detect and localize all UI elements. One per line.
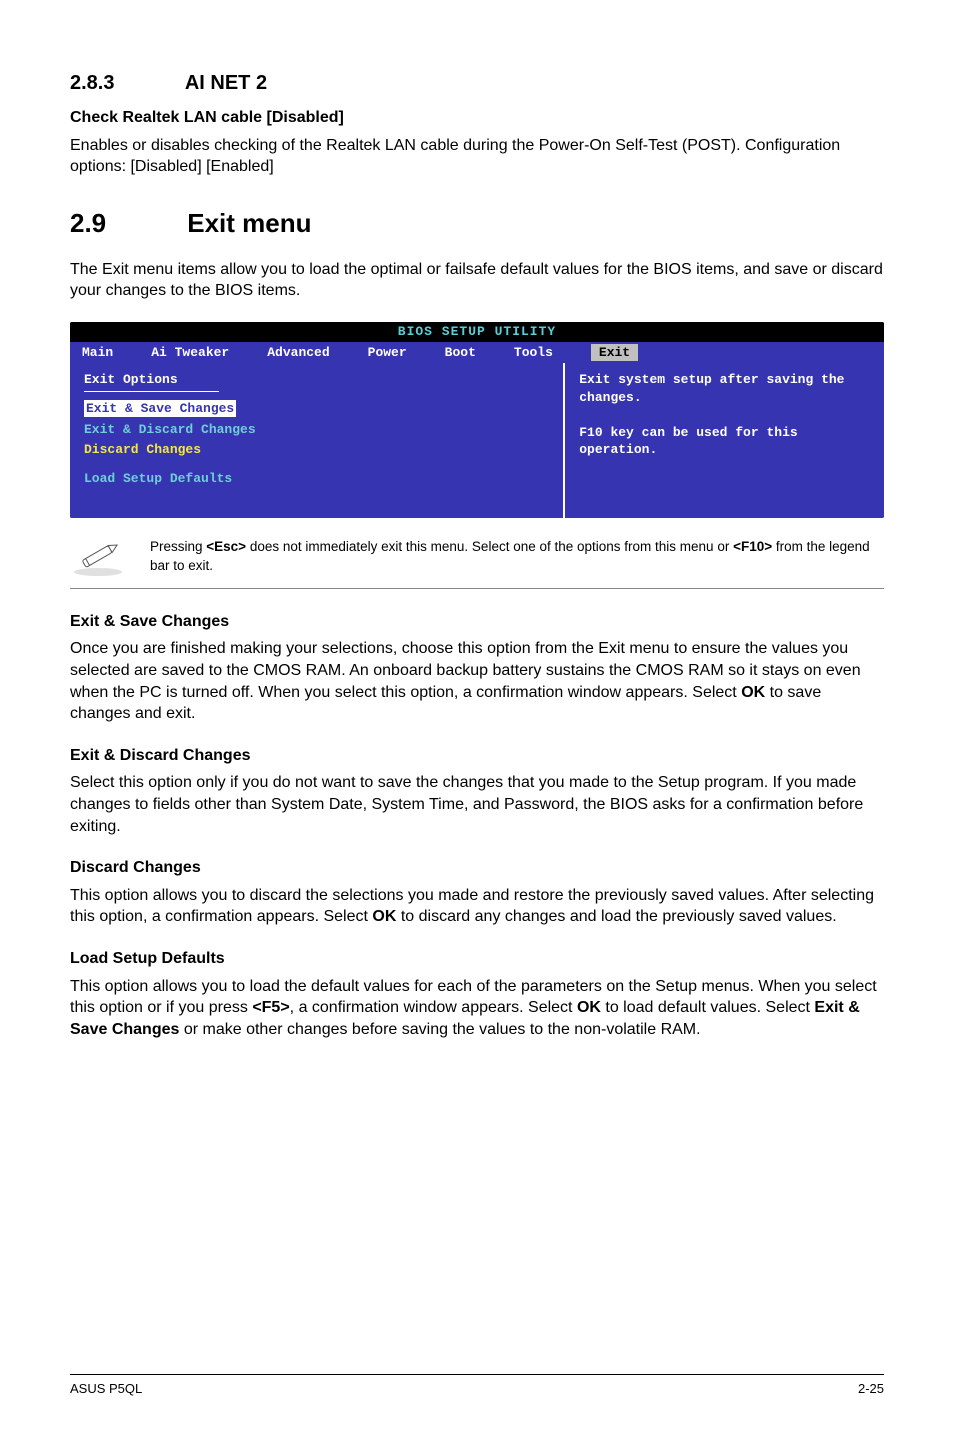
load-defaults-heading: Load Setup Defaults xyxy=(70,948,884,970)
exit-save-heading: Exit & Save Changes xyxy=(70,611,884,633)
bios-left-pane: Exit Options Exit & Save Changes Exit & … xyxy=(70,363,563,518)
realtek-heading: Check Realtek LAN cable [Disabled] xyxy=(70,107,884,129)
f10-key: <F10> xyxy=(733,539,772,554)
bios-menubar: Main Ai Tweaker Advanced Power Boot Tool… xyxy=(70,342,884,364)
bios-help-pane: Exit system setup after saving the chang… xyxy=(563,363,884,518)
bios-item-exit-discard: Exit & Discard Changes xyxy=(84,421,549,439)
load-defaults-body: This option allows you to load the defau… xyxy=(70,976,884,1041)
ok-label: OK xyxy=(741,684,765,701)
section-title: Exit menu xyxy=(187,208,311,238)
f5-key: <F5> xyxy=(252,999,289,1016)
bios-heading-underline xyxy=(84,391,219,392)
section-2-9-heading: 2.9 Exit menu xyxy=(70,206,884,241)
section-number: 2.9 xyxy=(70,206,180,241)
note-text: Pressing <Esc> does not immediately exit… xyxy=(150,538,884,576)
esc-key: <Esc> xyxy=(206,539,246,554)
bios-item-exit-save: Exit & Save Changes xyxy=(84,400,236,418)
section-number: 2.8.3 xyxy=(70,70,180,97)
footer-right: 2-25 xyxy=(858,1380,884,1398)
bios-menu-power: Power xyxy=(368,344,407,362)
exit-discard-heading: Exit & Discard Changes xyxy=(70,745,884,767)
realtek-body: Enables or disables checking of the Real… xyxy=(70,135,884,178)
bios-help-text: Exit system setup after saving the chang… xyxy=(579,371,870,459)
note-row: Pressing <Esc> does not immediately exit… xyxy=(70,538,884,589)
section-title: AI NET 2 xyxy=(185,72,267,94)
bios-menu-tools: Tools xyxy=(514,344,553,362)
ok-label: OK xyxy=(372,908,396,925)
section-2-8-3-heading: 2.8.3 AI NET 2 xyxy=(70,70,884,97)
bios-screenshot: BIOS SETUP UTILITY Main Ai Tweaker Advan… xyxy=(70,322,884,518)
bios-body: Exit Options Exit & Save Changes Exit & … xyxy=(70,363,884,518)
bios-menu-tweaker: Ai Tweaker xyxy=(151,344,229,362)
exit-discard-body: Select this option only if you do not wa… xyxy=(70,772,884,837)
section-2-9-intro: The Exit menu items allow you to load th… xyxy=(70,259,884,302)
bios-menu-boot: Boot xyxy=(445,344,476,362)
discard-body: This option allows you to discard the se… xyxy=(70,885,884,928)
discard-heading: Discard Changes xyxy=(70,857,884,879)
exit-save-body: Once you are finished making your select… xyxy=(70,638,884,724)
ok-label: OK xyxy=(577,999,601,1016)
bios-item-discard: Discard Changes xyxy=(84,441,549,459)
bios-exit-options-heading: Exit Options xyxy=(84,371,549,389)
bios-menu-exit: Exit xyxy=(591,344,638,362)
bios-menu-advanced: Advanced xyxy=(267,344,329,362)
page-footer: ASUS P5QL 2-25 xyxy=(70,1374,884,1398)
bios-title: BIOS SETUP UTILITY xyxy=(70,322,884,342)
footer-left: ASUS P5QL xyxy=(70,1380,142,1398)
bios-item-load-defaults: Load Setup Defaults xyxy=(84,470,549,488)
bios-menu-main: Main xyxy=(82,344,113,362)
pencil-note-icon xyxy=(70,538,126,578)
